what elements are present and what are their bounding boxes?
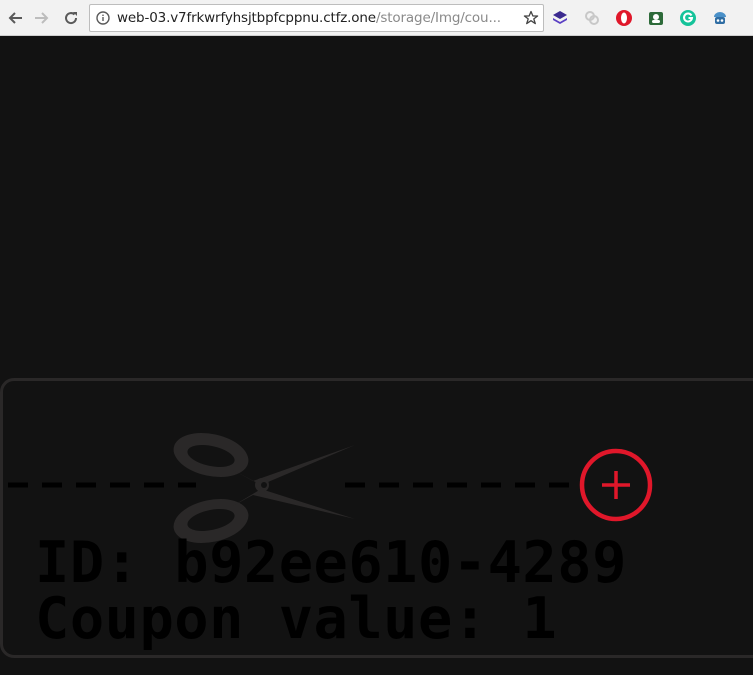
puzzle-extension-icon[interactable] xyxy=(646,8,666,28)
coupon-card: ID: b92ee610-4289 Coupon value: 1 xyxy=(0,378,753,658)
back-button[interactable] xyxy=(4,7,26,29)
grammarly-extension-icon[interactable] xyxy=(678,8,698,28)
coupon-id-text: ID: b92ee610-4289 xyxy=(35,530,627,596)
reload-icon xyxy=(65,12,78,25)
url-host: web-03.v7frkwrfyhsjtbpfcppnu.ctfz.one xyxy=(117,10,376,26)
url-text[interactable]: web-03.v7frkwrfyhsjtbpfcppnu.ctfz.one/st… xyxy=(117,10,507,26)
forward-button[interactable] xyxy=(31,7,53,29)
arrow-left-icon xyxy=(8,12,22,24)
robot-extension-icon[interactable] xyxy=(710,8,730,28)
star-icon[interactable] xyxy=(523,10,539,26)
stack-extension-icon[interactable] xyxy=(550,8,570,28)
address-bar[interactable]: web-03.v7frkwrfyhsjtbpfcppnu.ctfz.one/st… xyxy=(89,4,544,32)
opera-extension-icon[interactable] xyxy=(614,8,634,28)
browser-toolbar: web-03.v7frkwrfyhsjtbpfcppnu.ctfz.one/st… xyxy=(0,0,753,36)
arrow-right-icon xyxy=(35,12,49,24)
scissors-pivot xyxy=(261,482,267,488)
plus-circle-icon xyxy=(579,448,653,522)
coupon-value-text: Coupon value: 1 xyxy=(35,586,558,652)
links-extension-icon[interactable] xyxy=(582,8,602,28)
scissors-handle-holes xyxy=(187,445,235,531)
info-icon[interactable] xyxy=(96,11,110,25)
reload-button[interactable] xyxy=(60,7,82,29)
url-path: /storage/Img/cou... xyxy=(375,10,501,26)
image-viewport: ID: b92ee610-4289 Coupon value: 1 xyxy=(0,36,753,675)
